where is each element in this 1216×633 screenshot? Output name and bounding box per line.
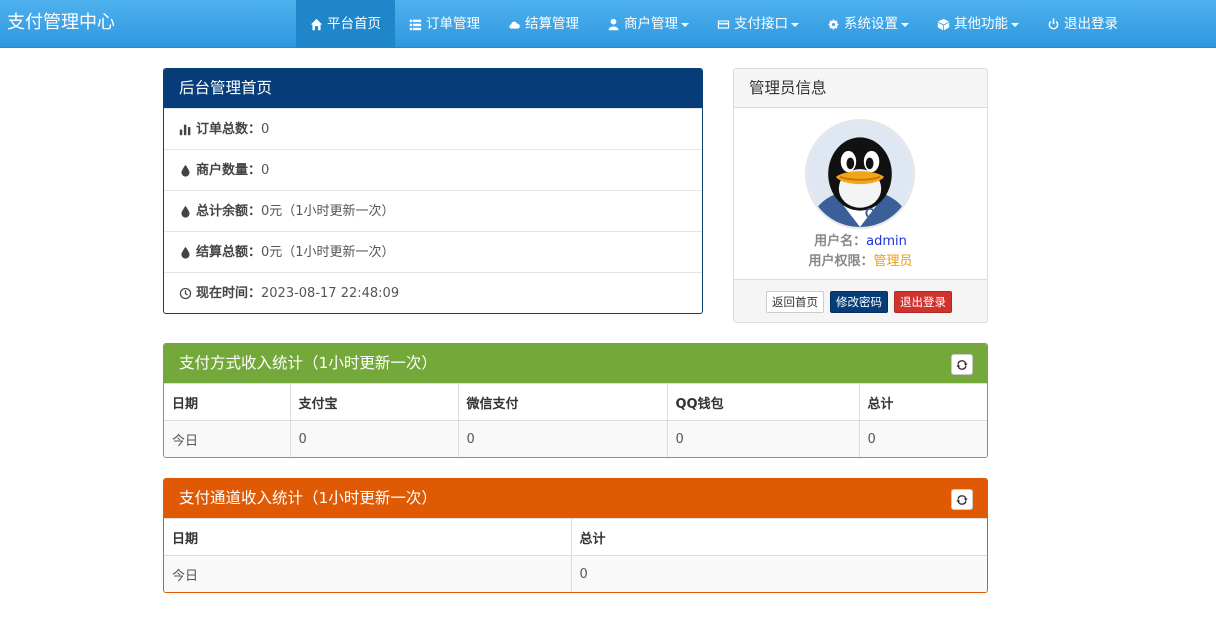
- nav-item-home[interactable]: 平台首页: [296, 0, 395, 48]
- row-value: 0元（1小时更新一次）: [261, 244, 395, 260]
- main-nav: 平台首页 订单管理 结算管理 商户管理 支付接口 系统设置 其他功能 退出登录: [296, 0, 1132, 48]
- payment-stats-title: 支付方式收入统计（1小时更新一次）: [164, 344, 987, 383]
- top-navbar: 支付管理中心 平台首页 订单管理 结算管理 商户管理 支付接口 系统设置 其他功…: [0, 0, 1216, 48]
- list-item-current-time: 现在时间： 2023-08-17 22:48:09: [164, 272, 702, 313]
- user-icon: [608, 18, 619, 30]
- nav-item-merchants[interactable]: 商户管理: [593, 0, 703, 48]
- list-item-merchant-count: 商户数量： 0: [164, 149, 702, 190]
- back-home-button[interactable]: 返回首页: [766, 291, 824, 313]
- username-label: 用户名：: [814, 234, 867, 249]
- nav-item-system-settings[interactable]: 系统设置: [813, 0, 923, 48]
- cube-icon: [937, 18, 950, 30]
- clock-icon: [179, 287, 192, 299]
- row-value: 0: [261, 121, 270, 137]
- channel-stats-table: 日期 总计 今日 0: [164, 518, 987, 592]
- table-cell: 今日: [164, 420, 290, 457]
- column-header: 日期: [164, 518, 571, 556]
- change-password-button[interactable]: 修改密码: [830, 291, 888, 313]
- row-label: 商户数量：: [196, 162, 262, 178]
- username-line: 用户名：admin: [734, 230, 987, 249]
- table-row: 今日 0 0 0 0: [164, 420, 987, 457]
- nav-label: 支付接口: [734, 16, 788, 32]
- row-label: 总计余额：: [196, 203, 262, 219]
- home-icon: [310, 18, 323, 30]
- row-value: 2023-08-17 22:48:09: [261, 285, 400, 301]
- admin-panel-footer: 返回首页 修改密码 退出登录: [734, 279, 987, 322]
- column-header: 总计: [570, 518, 987, 556]
- row-label: 现在时间：: [196, 285, 262, 301]
- column-header: QQ钱包: [666, 383, 859, 421]
- chevron-down-icon: [901, 22, 909, 27]
- payment-method-stats-panel: 支付方式收入统计（1小时更新一次） 日期 支付宝 微信支付 QQ钱包 总计 今日…: [163, 343, 988, 458]
- channel-stats-title: 支付通道收入统计（1小时更新一次）: [164, 479, 987, 518]
- tint-icon: [181, 205, 190, 218]
- panel-title-text: 支付方式收入统计（1小时更新一次）: [179, 354, 437, 372]
- payment-channel-stats-panel: 支付通道收入统计（1小时更新一次） 日期 总计 今日 0: [163, 478, 988, 593]
- username-value: admin: [866, 234, 907, 249]
- nav-item-settlement[interactable]: 结算管理: [494, 0, 593, 48]
- table-row: 今日 0: [164, 555, 987, 592]
- admin-info-panel: 管理员信息 Q 用户名：admin 用户权限：管理员 返回首页 修改密码 退出登…: [733, 68, 988, 323]
- table-cell: 今日: [164, 555, 571, 592]
- chevron-down-icon: [791, 22, 799, 27]
- bar-chart-icon: [179, 124, 191, 135]
- row-value: 0: [261, 162, 270, 178]
- power-icon: [1048, 17, 1059, 29]
- credit-card-icon: [717, 19, 730, 29]
- avatar: Q: [805, 119, 915, 229]
- nav-item-orders[interactable]: 订单管理: [395, 0, 494, 48]
- nav-label: 订单管理: [426, 16, 480, 32]
- nav-label: 系统设置: [844, 16, 898, 32]
- chevron-down-icon: [681, 22, 689, 27]
- nav-item-other-functions[interactable]: 其他功能: [923, 0, 1033, 48]
- panel-title-text: 支付通道收入统计（1小时更新一次）: [179, 489, 437, 507]
- row-value: 0元（1小时更新一次）: [261, 203, 395, 219]
- payment-stats-table: 日期 支付宝 微信支付 QQ钱包 总计 今日 0 0 0 0: [164, 383, 987, 457]
- svg-text:Q: Q: [865, 205, 876, 220]
- list-icon: [409, 19, 422, 30]
- table-cell: 0: [666, 420, 859, 457]
- tint-icon: [181, 246, 190, 259]
- refresh-button[interactable]: [951, 354, 973, 375]
- tint-icon: [181, 164, 190, 177]
- row-label: 结算总额：: [196, 244, 262, 260]
- home-panel-title: 后台管理首页: [164, 69, 702, 108]
- list-item-settlement-total: 结算总额： 0元（1小时更新一次）: [164, 231, 702, 272]
- brand-title[interactable]: 支付管理中心: [7, 0, 115, 48]
- nav-label: 结算管理: [525, 16, 579, 32]
- column-header: 总计: [858, 383, 987, 421]
- nav-label: 商户管理: [624, 16, 678, 32]
- table-header-row: 日期 总计: [164, 518, 987, 556]
- row-label: 订单总数：: [196, 121, 262, 137]
- gear-icon: [828, 19, 839, 29]
- penguin-avatar-icon: Q: [807, 121, 913, 227]
- home-panel: 后台管理首页 订单总数： 0 商户数量： 0 总计余额： 0元（1小时更新一次）…: [163, 68, 703, 314]
- table-cell: 0: [858, 420, 987, 457]
- role-line: 用户权限：管理员: [734, 250, 987, 269]
- table-cell: 0: [570, 555, 987, 592]
- table-cell: 0: [289, 420, 458, 457]
- table-header-row: 日期 支付宝 微信支付 QQ钱包 总计: [164, 383, 987, 421]
- column-header: 支付宝: [289, 383, 458, 421]
- role-value: 管理员: [873, 254, 913, 269]
- list-item-order-count: 订单总数： 0: [164, 108, 702, 149]
- nav-item-logout[interactable]: 退出登录: [1033, 0, 1132, 48]
- list-item-total-balance: 总计余额： 0元（1小时更新一次）: [164, 190, 702, 231]
- refresh-icon: [956, 359, 968, 370]
- refresh-button[interactable]: [951, 489, 973, 510]
- chevron-down-icon: [1011, 22, 1019, 27]
- column-header: 微信支付: [457, 383, 667, 421]
- cloud-icon: [509, 21, 520, 29]
- nav-label: 平台首页: [327, 16, 381, 32]
- nav-item-payment-api[interactable]: 支付接口: [703, 0, 813, 48]
- logout-button[interactable]: 退出登录: [894, 291, 952, 313]
- refresh-icon: [956, 494, 968, 505]
- column-header: 日期: [164, 383, 290, 421]
- nav-label: 其他功能: [954, 16, 1008, 32]
- admin-panel-title: 管理员信息: [734, 69, 987, 108]
- table-cell: 0: [457, 420, 667, 457]
- nav-label: 退出登录: [1064, 16, 1118, 32]
- role-label: 用户权限：: [808, 254, 874, 269]
